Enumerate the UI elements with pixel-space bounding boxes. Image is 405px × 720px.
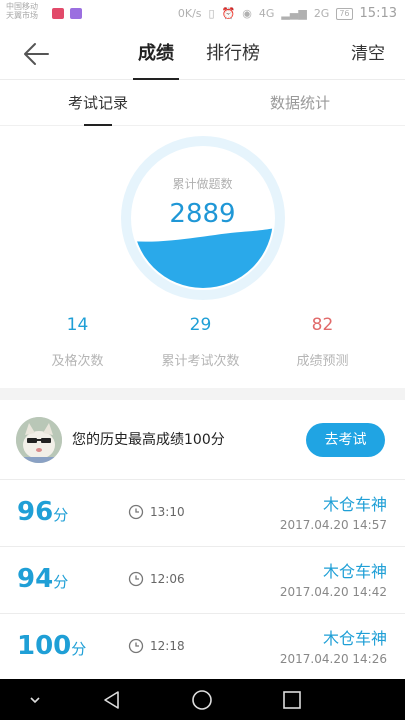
list-item[interactable]: 94分 12:06 木仓车神 2017.04.20 14:42 bbox=[0, 547, 405, 614]
stat-label: 成绩预测 bbox=[296, 354, 349, 369]
clear-button[interactable]: 清空 bbox=[351, 28, 385, 80]
system-nav-bar bbox=[0, 679, 405, 720]
nav-home-icon[interactable] bbox=[189, 687, 215, 713]
vibrate-icon: ▯ bbox=[208, 7, 215, 20]
network-speed: 0K/s bbox=[177, 7, 202, 20]
carrier-text: 中国移动 天翼市场 bbox=[6, 2, 38, 20]
record-score: 94分 bbox=[17, 564, 68, 594]
record-duration: 12:06 bbox=[150, 572, 185, 586]
clock-icon bbox=[128, 638, 144, 654]
score-value: 96 bbox=[17, 497, 54, 527]
nav-back-icon[interactable] bbox=[99, 687, 125, 713]
app-notification-icon bbox=[52, 8, 64, 19]
score-unit: 分 bbox=[71, 640, 87, 658]
notification-icons bbox=[52, 8, 82, 19]
back-arrow-icon bbox=[24, 43, 49, 65]
status-right: 0K/s ▯ ⏰ ◉ 4G ▂▄▆ 2G 76 15:13 bbox=[178, 6, 397, 21]
stat-score-prediction: 82 成绩预测 bbox=[255, 314, 390, 369]
record-user-name: 木仓车神 bbox=[322, 495, 387, 514]
stat-label: 及格次数 bbox=[51, 354, 104, 369]
back-button[interactable] bbox=[22, 41, 50, 67]
tab-scores[interactable]: 成绩 bbox=[133, 28, 179, 80]
app-header: 成绩 排行榜 清空 bbox=[0, 28, 405, 80]
header-tabs: 成绩 排行榜 bbox=[133, 28, 265, 80]
record-duration: 12:18 bbox=[150, 639, 185, 653]
record-date: 2017.04.20 14:26 bbox=[279, 652, 387, 666]
total-questions-value: 2889 bbox=[169, 199, 236, 229]
record-user-name: 木仓车神 bbox=[322, 562, 387, 581]
record-score: 100分 bbox=[17, 631, 86, 661]
alarm-icon: ⏰ bbox=[221, 7, 236, 20]
record-date: 2017.04.20 14:42 bbox=[279, 585, 387, 599]
stat-value: 29 bbox=[189, 315, 212, 335]
exam-record-list: 96分 13:10 木仓车神 2017.04.20 14:57 94分 12:0… bbox=[0, 480, 405, 681]
clock-icon bbox=[128, 504, 144, 520]
stat-passed-count: 14 及格次数 bbox=[10, 314, 145, 369]
record-score: 96分 bbox=[17, 497, 68, 527]
score-value: 100 bbox=[17, 631, 72, 661]
section-divider bbox=[0, 388, 405, 400]
nav-recents-icon[interactable] bbox=[279, 687, 305, 713]
list-item[interactable]: 96分 13:10 木仓车神 2017.04.20 14:57 bbox=[0, 480, 405, 547]
sub-tabs: 考试记录 数据统计 bbox=[0, 80, 405, 126]
record-user-name: 木仓车神 bbox=[322, 629, 387, 648]
best-score-row: 您的历史最高成绩100分 去考试 bbox=[0, 400, 405, 480]
signal-icon: ▂▄▆ bbox=[281, 7, 307, 20]
network-type-2: 2G bbox=[313, 7, 330, 20]
tab-exam-records[interactable]: 考试记录 bbox=[68, 80, 128, 126]
tab-ranking[interactable]: 排行榜 bbox=[201, 28, 265, 80]
battery-icon: 76 bbox=[336, 7, 353, 20]
list-item[interactable]: 100分 12:18 木仓车神 2017.04.20 14:26 bbox=[0, 614, 405, 681]
status-bar: 中国移动 天翼市场 0K/s ▯ ⏰ ◉ 4G ▂▄▆ 2G 76 15:13 bbox=[0, 0, 405, 28]
message-notification-icon bbox=[70, 8, 82, 19]
record-duration: 13:10 bbox=[150, 505, 185, 519]
avatar-image bbox=[16, 417, 62, 463]
score-value: 94 bbox=[17, 564, 54, 594]
clock-time: 15:13 bbox=[359, 6, 397, 21]
avatar bbox=[16, 417, 62, 463]
stat-label: 累计考试次数 bbox=[161, 354, 240, 369]
clock-icon bbox=[128, 571, 144, 587]
stat-value: 14 bbox=[66, 315, 89, 335]
stat-exam-count: 29 累计考试次数 bbox=[133, 314, 268, 369]
eye-icon: ◉ bbox=[242, 7, 252, 20]
total-questions-label: 累计做题数 bbox=[172, 177, 233, 191]
carrier-name: 中国移动 bbox=[6, 2, 38, 11]
stat-value: 82 bbox=[311, 315, 334, 335]
tab-data-statistics[interactable]: 数据统计 bbox=[270, 80, 330, 126]
network-type: 4G bbox=[258, 7, 275, 20]
hide-keyboard-chevron-icon[interactable] bbox=[22, 687, 48, 713]
carrier-sub: 天翼市场 bbox=[6, 11, 38, 20]
best-score-text: 您的历史最高成绩100分 bbox=[72, 432, 225, 448]
score-unit: 分 bbox=[53, 573, 69, 591]
record-date: 2017.04.20 14:57 bbox=[279, 518, 387, 532]
score-unit: 分 bbox=[53, 506, 69, 524]
take-exam-button[interactable]: 去考试 bbox=[306, 423, 385, 457]
